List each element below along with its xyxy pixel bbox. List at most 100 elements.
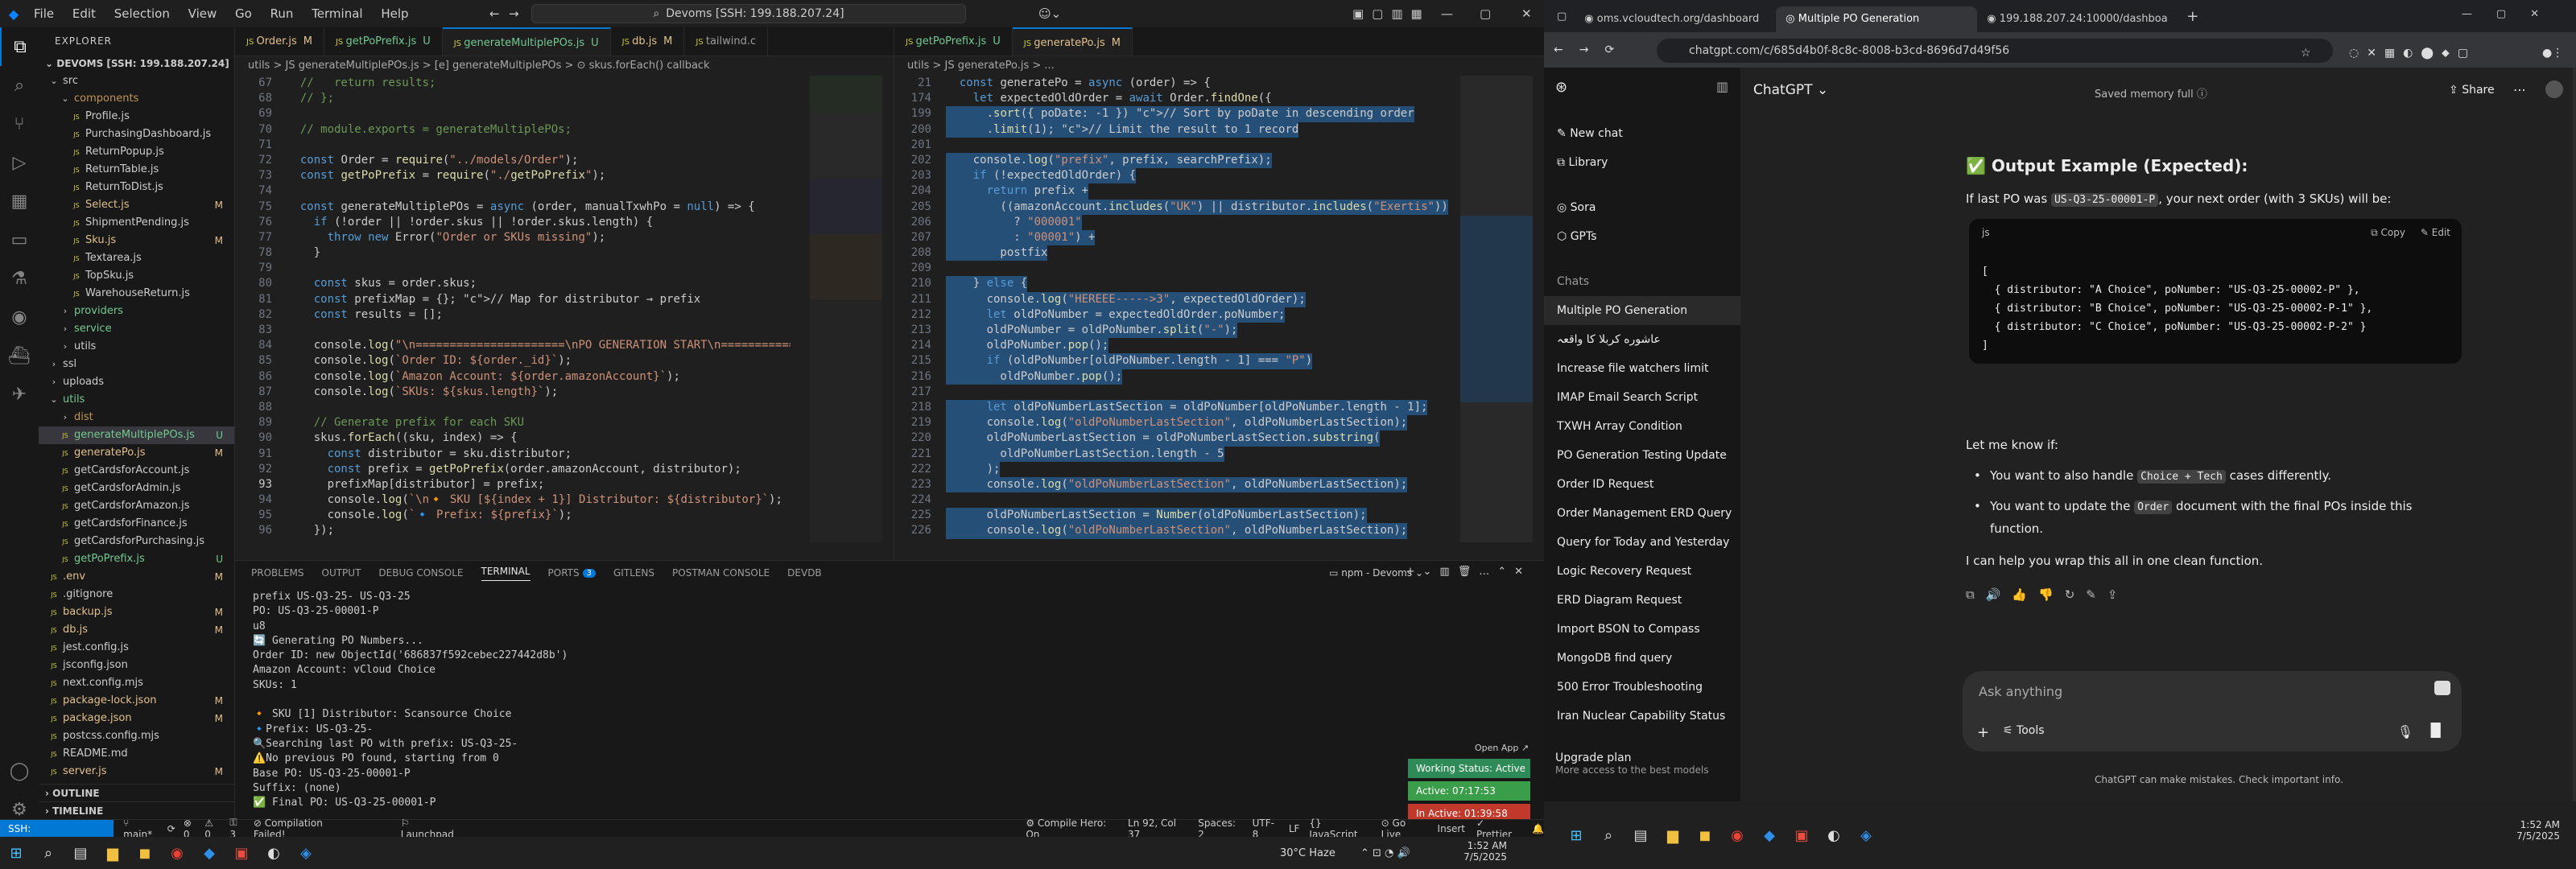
close-icon[interactable]: ✕ <box>1521 6 1532 21</box>
tree-file[interactable]: JS package.json M <box>39 710 234 727</box>
code-line[interactable]: 207 : "00001") + <box>894 229 1450 246</box>
tree-file[interactable]: JS PurchasingDashboard.js <box>39 126 234 143</box>
chat-history-item[interactable]: عاشوره کربلا کا واقعہ <box>1544 325 1740 354</box>
code-editor-right[interactable]: 21 const generatePo = async (order) => {… <box>894 76 1450 542</box>
code-editor-left[interactable]: 67 // return results; 68 // }; 69 70 // mod… <box>235 76 791 542</box>
back-icon[interactable]: ← <box>1554 43 1563 56</box>
chat-history-item[interactable]: Increase file watchers limit <box>1544 354 1740 383</box>
panel-tab-debug-console[interactable]: DEBUG CONSOLE <box>378 567 463 579</box>
vscode-taskbar-icon[interactable]: ◆ <box>193 837 225 869</box>
menu-help[interactable]: Help <box>381 6 408 21</box>
tree-folder[interactable]: ⌄ src <box>39 72 234 90</box>
add-attachment-icon[interactable]: + <box>1977 724 1989 741</box>
tree-file[interactable]: JS db.js M <box>39 621 234 639</box>
tree-file[interactable]: JS getCardsforFinance.js <box>39 515 234 533</box>
layout-icons[interactable]: ▣▢▥▦ <box>1352 6 1430 21</box>
tree-file[interactable]: JS Sku.js M <box>39 232 234 249</box>
code-line[interactable]: 86 console.log(`Amazon Account: ${order.… <box>235 369 791 385</box>
postman-icon[interactable]: ✈ <box>0 375 39 414</box>
tree-file[interactable]: JS Select.js M <box>39 196 234 214</box>
code-line[interactable]: 90 skus.forEach((sku, index) => { <box>235 430 791 446</box>
chrome-tab[interactable]: ◉ 199.188.207.24:10000/dashboa <box>1977 6 2178 32</box>
code-line[interactable]: 83 <box>235 323 791 338</box>
extension-badge-icon[interactable] <box>2434 681 2450 695</box>
code-line[interactable]: 79 <box>235 261 791 276</box>
code-line[interactable]: 87 console.log(`SKUs: ${skus.length}`); <box>235 385 791 400</box>
workspace-root[interactable]: ⌄ DEVOMS [SSH: 199.188.207.24] <box>39 55 234 72</box>
app-icon[interactable]: ◐ <box>1818 819 1850 851</box>
chat-history-item[interactable]: TXWH Array Condition <box>1544 412 1740 441</box>
tree-file[interactable]: JS jest.config.js <box>39 639 234 657</box>
minimize-icon[interactable]: — <box>1441 6 1453 21</box>
app-icon[interactable]: ▣ <box>225 837 258 869</box>
code-line[interactable]: 219 console.log("oldPoNumberLastSection"… <box>894 415 1450 431</box>
bookmark-star-icon[interactable]: ☆ <box>2301 47 2311 60</box>
tray-icons[interactable]: ⌃ ⊡ ◔ 🔊 <box>1360 847 1410 859</box>
tree-file[interactable]: JS TopSku.js <box>39 267 234 285</box>
code-line[interactable]: 67 // return results; <box>235 76 791 91</box>
tree-file[interactable]: JS getCardsforAdmin.js <box>39 480 234 497</box>
new-chat-button[interactable]: ✎ New chat <box>1544 119 1740 148</box>
code-line[interactable]: 72 const Order = require("../models/Orde… <box>235 153 791 168</box>
tree-folder[interactable]: › dist <box>39 409 234 426</box>
panel-tab-devdb[interactable]: DEVDB <box>787 567 822 579</box>
code-line[interactable]: 213 oldPoNumber = oldPoNumber.split("-")… <box>894 323 1450 339</box>
code-line[interactable]: 89 // Generate prefix for each SKU <box>235 415 791 430</box>
code-line[interactable]: 215 if (oldPoNumber[oldPoNumber.length -… <box>894 353 1450 369</box>
insert-mode[interactable]: Insert <box>1438 823 1465 834</box>
code-line[interactable]: 222 ); <box>894 461 1450 477</box>
code-line[interactable]: 217 <box>894 385 1450 400</box>
file-explorer-icon[interactable]: ▆ <box>97 837 129 869</box>
menu-run[interactable]: Run <box>270 6 294 21</box>
menu-terminal[interactable]: Terminal <box>312 6 362 21</box>
panel-tab-output[interactable]: OUTPUT <box>322 567 361 579</box>
chat-history-item[interactable]: IMAP Email Search Script <box>1544 383 1740 412</box>
nav-forward-icon[interactable]: → <box>509 6 519 21</box>
tree-file[interactable]: JS package-lock.json M <box>39 692 234 710</box>
outline-section[interactable]: › OUTLINE <box>39 784 234 801</box>
panel-actions[interactable]: +⌄▥🗑…⌃✕ <box>1406 566 1531 578</box>
code-line[interactable]: 91 const distributor = sku.distributor; <box>235 447 791 462</box>
chrome-tab-active[interactable]: ◎ Multiple PO Generation <box>1776 6 1978 32</box>
sora-button[interactable]: ◎ Sora <box>1544 193 1740 222</box>
vscode-taskbar-icon[interactable]: ◆ <box>1753 819 1785 851</box>
tree-folder[interactable]: › utils <box>39 338 234 356</box>
chrome-icon[interactable]: ◉ <box>1721 819 1753 851</box>
mic-icon[interactable]: 🎙 <box>2397 724 2413 739</box>
upgrade-plan-button[interactable]: Upgrade plan More access to the best mod… <box>1555 752 1709 776</box>
chat-history-item[interactable]: Multiple PO Generation <box>1544 296 1740 325</box>
code-line[interactable]: 202 console.log("prefix", prefix, search… <box>894 152 1450 169</box>
forward-icon[interactable]: → <box>1579 43 1589 56</box>
menu-selection[interactable]: Selection <box>114 6 170 21</box>
tab-search-icon[interactable]: ▢ <box>1557 10 1567 23</box>
breadcrumb[interactable]: utils > JS generateMultiplePOs.js > [e] … <box>235 56 894 76</box>
window-controls[interactable]: —▢✕ <box>2462 8 2563 20</box>
code-line[interactable]: 223 console.log("oldPoNumberLastSection"… <box>894 476 1450 493</box>
code-line[interactable]: 96 }); <box>235 523 791 538</box>
scroll-handle[interactable] <box>2573 68 2576 801</box>
clock[interactable]: 1:52 AM 7/5/2025 <box>2516 819 2560 842</box>
edit-code-button[interactable]: ✎ Edit <box>2421 227 2450 238</box>
new-tab-button[interactable]: + <box>2186 8 2198 25</box>
code-line[interactable]: 81 const prefixMap = {}; "c">// Map for … <box>235 292 791 307</box>
chat-history-item[interactable]: Logic Recovery Request <box>1544 557 1740 586</box>
code-line[interactable]: 205 ((amazonAccount.includes("UK") || di… <box>894 199 1450 215</box>
tree-folder[interactable]: › providers <box>39 303 234 320</box>
command-center[interactable]: ⌕ Devoms [SSH: 199.188.207.24] <box>531 4 966 23</box>
search-icon[interactable]: ⌕ <box>32 837 64 869</box>
code-line[interactable]: 74 <box>235 183 791 199</box>
tree-folder[interactable]: ⌄ utils <box>39 391 234 409</box>
voice-mode-icon[interactable]: ▐▌ <box>2425 723 2446 738</box>
tree-file[interactable]: JS backup.js M <box>39 603 234 621</box>
address-bar[interactable]: chatgpt.com/c/685d4b0f-8c8c-8008-b3cd-86… <box>1657 39 2333 63</box>
code-line[interactable]: 75 const generateMultiplePOs = async (or… <box>235 200 791 215</box>
search-icon[interactable]: ⌕ <box>0 66 39 105</box>
extensions-icons[interactable]: ◌✕▦◐⬤⬥▢ <box>2349 47 2476 60</box>
chat-history-item[interactable]: MongoDB find query <box>1544 644 1740 673</box>
editor-tab-active[interactable]: JS generateMultiplePOs.js U <box>442 27 611 56</box>
code-line[interactable]: 226 console.log("oldPoNumberLastSection"… <box>894 523 1450 539</box>
chat-history-item[interactable]: 500 Error Troubleshooting <box>1544 673 1740 702</box>
weather-widget[interactable]: 30°C Haze <box>1280 847 1335 859</box>
code-line[interactable]: 206 ? "000001" <box>894 214 1450 230</box>
file-explorer-icon[interactable]: ▆ <box>1657 819 1689 851</box>
